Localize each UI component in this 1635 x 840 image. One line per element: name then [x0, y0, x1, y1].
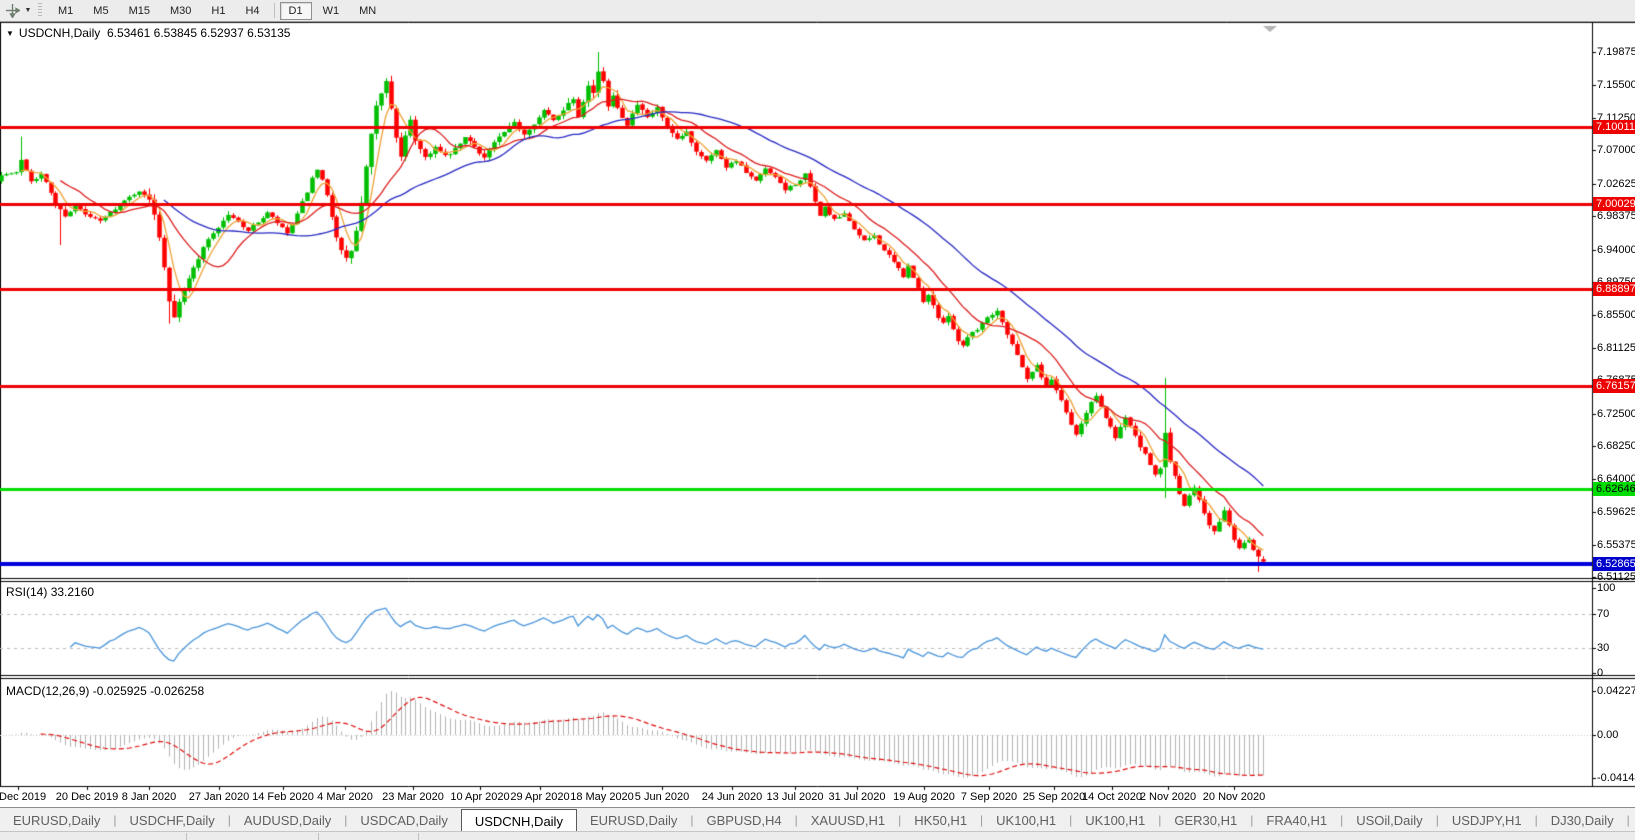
macd-tick-label: 0.00 — [1597, 729, 1618, 741]
date-label: 20 Nov 2020 — [1203, 791, 1265, 803]
tf-button-m15[interactable]: M15 — [120, 2, 159, 20]
date-label: 13 Jul 2020 — [767, 791, 824, 803]
date-label: 31 Jul 2020 — [829, 791, 886, 803]
status-divider — [418, 833, 419, 840]
hline-price-badge: 7.10011 — [1593, 120, 1635, 134]
chart-ohlc-values: 6.53461 6.53845 6.52937 6.53135 — [107, 26, 291, 40]
price-tick-label: 6.55375 — [1597, 539, 1635, 551]
price-tick-label: 6.72500 — [1597, 408, 1635, 420]
price-tick-label: 7.02625 — [1597, 178, 1635, 190]
toolbar-separator — [274, 3, 275, 18]
date-label: 29 Apr 2020 — [510, 791, 569, 803]
macd-tick-label: 0.042275 — [1597, 685, 1635, 697]
chart-tab-bar: EURUSD,Daily|USDCHF,Daily|AUDUSD,Daily|U… — [0, 807, 1635, 832]
tab-eurusd-daily[interactable]: EURUSD,Daily — [0, 808, 113, 832]
chart-dropdown-icon[interactable]: ▼ — [6, 29, 14, 38]
date-label: 2 Nov 2020 — [1140, 791, 1196, 803]
chart-canvas[interactable] — [0, 0, 1635, 840]
date-label: 23 Mar 2020 — [382, 791, 444, 803]
toolbar: ▼ M1M5M15M30H1H4 D1W1MN — [0, 0, 1635, 22]
tab-hk50-h1[interactable]: HK50,H1 — [901, 808, 980, 832]
tf-button-h4[interactable]: H4 — [236, 2, 268, 20]
price-tick-label: 6.94000 — [1597, 244, 1635, 256]
date-label: 10 Apr 2020 — [450, 791, 509, 803]
tf-button-w1[interactable]: W1 — [314, 2, 349, 20]
status-divider — [186, 833, 187, 840]
tab-eurusd-daily[interactable]: EURUSD,Daily — [577, 808, 690, 832]
date-label: 19 Aug 2020 — [893, 791, 955, 803]
tf-button-d1[interactable]: D1 — [280, 2, 312, 20]
date-label: 20 Dec 2019 — [56, 791, 118, 803]
tab-usdcnh-daily[interactable]: USDCNH,Daily — [461, 809, 577, 832]
macd-tick-label: -0.04148 — [1597, 772, 1635, 784]
tab-uk100-h1[interactable]: UK100,H1 — [1072, 808, 1158, 832]
hline-price-badge: 6.62646 — [1593, 482, 1635, 496]
date-label: 24 Jun 2020 — [702, 791, 763, 803]
cursor-dropdown-caret-icon[interactable]: ▼ — [22, 7, 34, 14]
crosshair-cursor-icon[interactable] — [2, 3, 22, 19]
tab-usoil-daily[interactable]: USOil,Daily — [1343, 808, 1435, 832]
rsi-tick-label: 70 — [1597, 608, 1609, 620]
date-label: 27 Jan 2020 — [189, 791, 250, 803]
rsi-tick-label: 0 — [1597, 667, 1603, 679]
tab-ger30-h1[interactable]: GER30,H1 — [1161, 808, 1250, 832]
price-tick-label: 6.98375 — [1597, 210, 1635, 222]
tab-audusd-daily[interactable]: AUDUSD,Daily — [231, 808, 344, 832]
rsi-tick-label: 100 — [1597, 582, 1615, 594]
price-tick-label: 6.81125 — [1597, 342, 1635, 354]
tab-usdjpy-h1[interactable]: USDJPY,H1 — [1439, 808, 1535, 832]
tf-button-m5[interactable]: M5 — [84, 2, 117, 20]
toolbar-grip — [38, 3, 42, 18]
price-tick-label: 7.07000 — [1597, 144, 1635, 156]
tab-china300-h1[interactable]: CHINA300,H1 — [1630, 808, 1635, 832]
hline-price-badge: 6.52865 — [1593, 557, 1635, 571]
hline-price-badge: 6.76157 — [1593, 379, 1635, 393]
date-label: 2 Dec 2019 — [0, 791, 46, 803]
macd-values: -0.025925 -0.026258 — [93, 684, 204, 698]
price-tick-label: 6.85500 — [1597, 309, 1635, 321]
date-label: 18 May 2020 — [570, 791, 634, 803]
date-label: 14 Feb 2020 — [252, 791, 314, 803]
price-tick-label: 7.19875 — [1597, 46, 1635, 58]
status-divider — [318, 833, 319, 840]
tf-button-mn[interactable]: MN — [350, 2, 385, 20]
tab-dj30-daily[interactable]: DJ30,Daily — [1538, 808, 1627, 832]
date-label: 8 Jan 2020 — [122, 791, 176, 803]
tab-fra40-h1[interactable]: FRA40,H1 — [1253, 808, 1340, 832]
tf-button-h1[interactable]: H1 — [202, 2, 234, 20]
mt4-window: ▼ M1M5M15M30H1H4 D1W1MN ▼ USDCNH,Daily 6.5… — [0, 0, 1635, 840]
rsi-indicator-label: RSI(14) 33.2160 — [6, 585, 94, 599]
tab-uk100-h1[interactable]: UK100,H1 — [983, 808, 1069, 832]
tab-gbpusd-h4[interactable]: GBPUSD,H4 — [693, 808, 794, 832]
date-label: 4 Mar 2020 — [317, 791, 373, 803]
rsi-value: 33.2160 — [51, 585, 94, 599]
chart-symbol-label: USDCNH,Daily — [19, 26, 100, 40]
price-tick-label: 6.68250 — [1597, 440, 1635, 452]
rsi-tick-label: 30 — [1597, 642, 1609, 654]
price-tick-label: 6.59625 — [1597, 506, 1635, 518]
date-label: 25 Sep 2020 — [1023, 791, 1085, 803]
chart-title: ▼ USDCNH,Daily 6.53461 6.53845 6.52937 6.… — [6, 26, 290, 40]
hline-price-badge: 7.00029 — [1593, 197, 1635, 211]
status-bar — [0, 831, 1635, 840]
tab-usdcad-daily[interactable]: USDCAD,Daily — [347, 808, 460, 832]
date-label: 5 Jun 2020 — [635, 791, 689, 803]
tab-usdchf-daily[interactable]: USDCHF,Daily — [117, 808, 228, 832]
tab-xauusd-h1[interactable]: XAUUSD,H1 — [798, 808, 898, 832]
tf-button-m30[interactable]: M30 — [161, 2, 200, 20]
price-tick-label: 7.15500 — [1597, 79, 1635, 91]
timeframe-buttons: M1M5M15M30H1H4 D1W1MN — [48, 2, 386, 20]
macd-indicator-label: MACD(12,26,9) -0.025925 -0.026258 — [6, 684, 204, 698]
date-label: 14 Oct 2020 — [1082, 791, 1142, 803]
tf-button-m1[interactable]: M1 — [49, 2, 82, 20]
date-label: 7 Sep 2020 — [961, 791, 1017, 803]
hline-price-badge: 6.88897 — [1593, 282, 1635, 296]
